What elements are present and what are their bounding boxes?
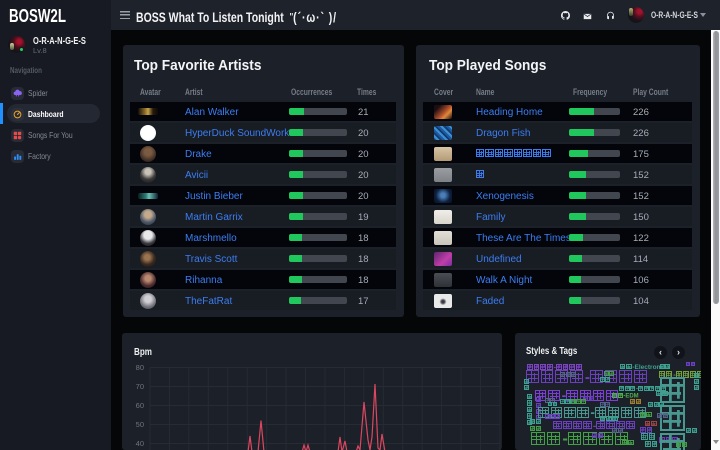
- svg-text:60: 60: [136, 401, 144, 410]
- svg-text:50: 50: [136, 420, 144, 429]
- svg-text:70: 70: [136, 382, 144, 391]
- svg-text:80: 80: [136, 363, 144, 372]
- svg-text:40: 40: [136, 439, 144, 448]
